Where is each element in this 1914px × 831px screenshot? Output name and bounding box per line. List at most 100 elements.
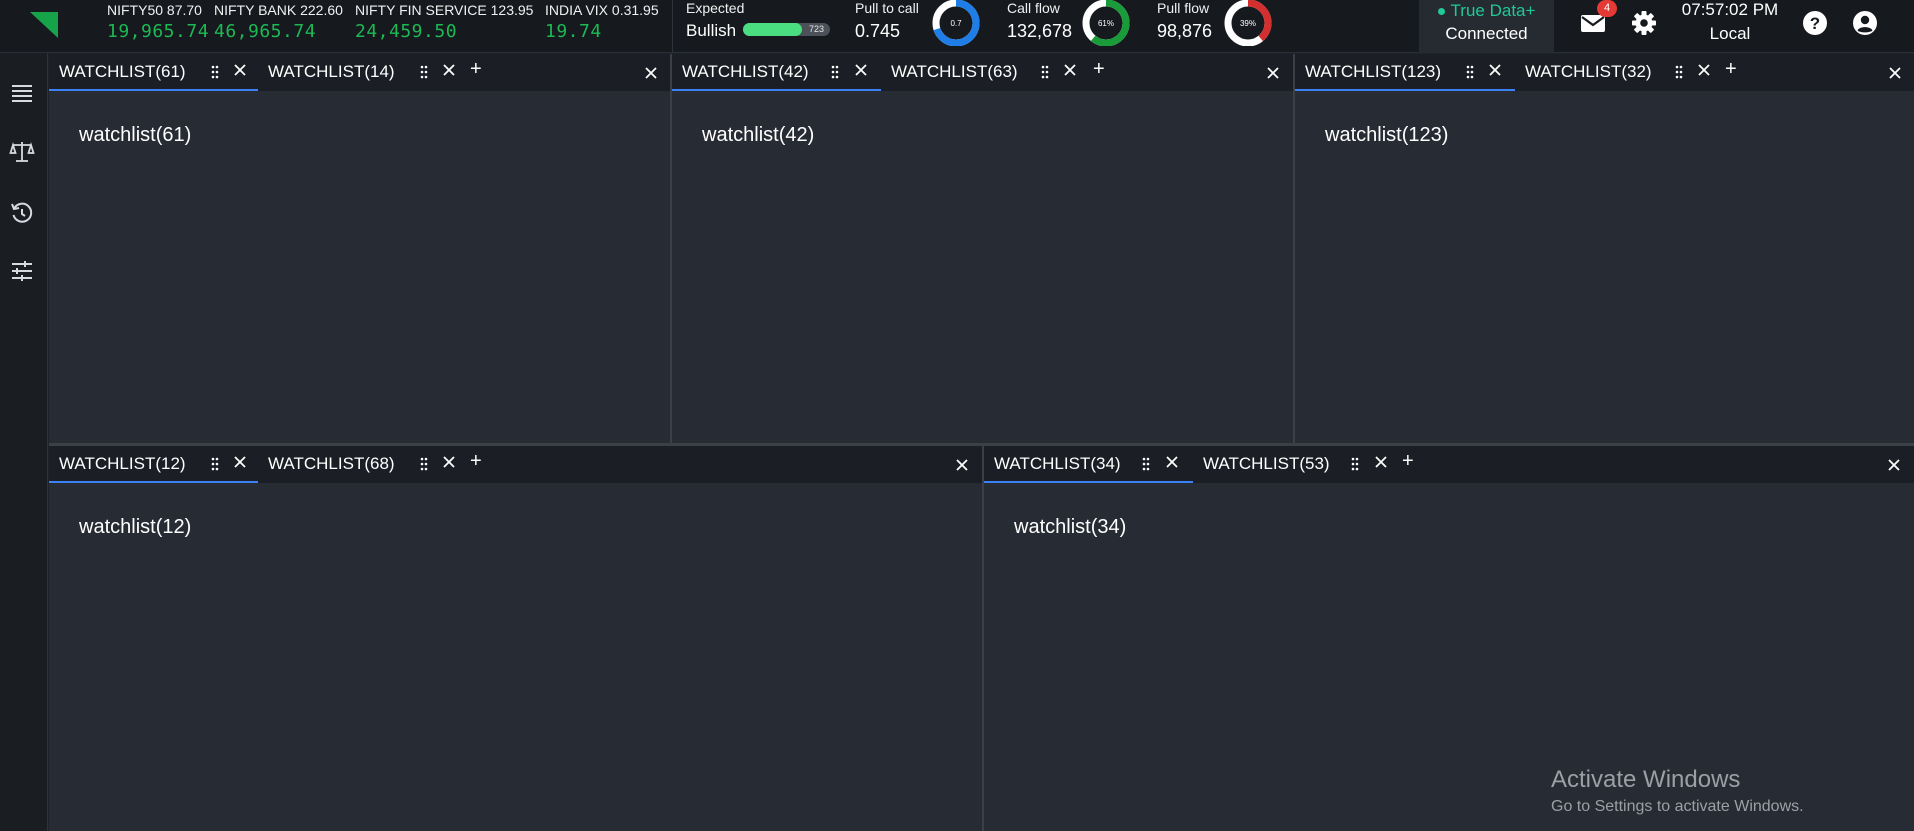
ticker-nifty-fin-service[interactable]: NIFTY FIN SERVICE 123.95 24,459.50 — [355, 2, 533, 42]
close-tab-icon[interactable] — [233, 63, 247, 77]
sidebar — [0, 53, 48, 831]
pull-flow-metric: Pull flow 98,876 — [1157, 0, 1212, 42]
close-panel-icon[interactable] — [1888, 66, 1902, 80]
ticker-value: 19,965.74 — [107, 21, 210, 42]
panel-tab-bar: WATCHLIST(123) WATCHLIST(32) + — [1295, 54, 1914, 91]
tab-watchlist[interactable]: WATCHLIST(61) — [49, 54, 258, 91]
tab-watchlist[interactable]: WATCHLIST(12) — [49, 446, 258, 483]
panel-tab-bar: WATCHLIST(12) WATCHLIST(68) + — [49, 446, 982, 483]
gear-icon[interactable] — [1629, 8, 1659, 38]
watchlist-panel: WATCHLIST(12) WATCHLIST(68) + watchlist(… — [49, 446, 982, 831]
watchlist-panel: WATCHLIST(61) WATCHLIST(14) + watchlist(… — [49, 54, 670, 443]
top-bar: NIFTY50 87.70 19,965.74 NIFTY BANK 222.6… — [0, 0, 1914, 53]
ticker-nifty-bank[interactable]: NIFTY BANK 222.60 46,965.74 — [214, 2, 343, 42]
tab-watchlist[interactable]: WATCHLIST(68) — [258, 446, 418, 483]
svg-text:?: ? — [1810, 14, 1820, 33]
tab-label: WATCHLIST(53) — [1203, 454, 1330, 473]
watermark-title: Activate Windows — [1551, 766, 1741, 793]
add-tab-button[interactable]: + — [470, 59, 482, 79]
close-tab-icon[interactable] — [1374, 455, 1388, 469]
panel-content: watchlist(42) — [702, 124, 815, 146]
drag-handle-icon[interactable] — [1350, 457, 1360, 471]
tab-watchlist[interactable]: WATCHLIST(14) — [258, 54, 418, 91]
sentiment-label: Expected — [686, 0, 745, 16]
balance-scale-icon[interactable] — [9, 139, 35, 165]
close-tab-icon[interactable] — [1697, 63, 1711, 77]
drag-handle-icon[interactable] — [1465, 65, 1475, 79]
close-tab-icon[interactable] — [442, 63, 456, 77]
tab-label: WATCHLIST(68) — [268, 454, 395, 473]
help-icon[interactable]: ? — [1800, 8, 1830, 38]
drag-handle-icon[interactable] — [419, 65, 429, 79]
tab-label: WATCHLIST(12) — [59, 454, 186, 473]
tab-watchlist[interactable]: WATCHLIST(42) — [672, 54, 881, 91]
panel-content: watchlist(61) — [79, 124, 192, 146]
connection-provider: True Data+ — [1450, 1, 1536, 20]
pull-to-call-metric: Pull to call 0.745 — [855, 0, 919, 42]
tab-watchlist[interactable]: WATCHLIST(32) — [1515, 54, 1674, 91]
watchlist-panel: WATCHLIST(42) WATCHLIST(63) + watchlist(… — [672, 54, 1293, 443]
panel-content: watchlist(12) — [79, 516, 192, 538]
refresh-icon[interactable] — [9, 200, 35, 226]
close-tab-icon[interactable] — [1488, 63, 1502, 77]
close-panel-icon[interactable] — [1887, 458, 1901, 472]
menu-icon[interactable] — [9, 80, 35, 106]
activate-windows-watermark: Activate Windows Go to Settings to activ… — [1551, 766, 1804, 816]
close-tab-icon[interactable] — [233, 455, 247, 469]
connection-status[interactable]: True Data+ Connected — [1419, 0, 1554, 53]
close-tab-icon[interactable] — [442, 455, 456, 469]
account-icon[interactable] — [1850, 8, 1880, 38]
logo-icon[interactable] — [30, 12, 58, 38]
close-panel-icon[interactable] — [955, 458, 969, 472]
tab-label: WATCHLIST(32) — [1525, 62, 1652, 81]
drag-handle-icon[interactable] — [419, 457, 429, 471]
close-panel-icon[interactable] — [1266, 66, 1280, 80]
sliders-icon[interactable] — [9, 258, 35, 284]
add-tab-button[interactable]: + — [1725, 59, 1737, 79]
tab-label: WATCHLIST(14) — [268, 62, 395, 81]
call-flow-value: 132,678 — [1007, 21, 1073, 41]
panel-tab-bar: WATCHLIST(42) WATCHLIST(63) + — [672, 54, 1293, 91]
clock-time: 07:57:02 PM — [1681, 0, 1779, 19]
ticker-nifty50[interactable]: NIFTY50 87.70 19,965.74 — [107, 2, 209, 42]
drag-handle-icon[interactable] — [1674, 65, 1684, 79]
add-tab-button[interactable]: + — [1093, 59, 1105, 79]
close-panel-icon[interactable] — [644, 66, 658, 80]
tab-watchlist[interactable]: WATCHLIST(53) — [1193, 446, 1353, 483]
pull-flow-donut: 39% — [1223, 0, 1273, 47]
watermark-subtitle: Go to Settings to activate Windows. — [1551, 798, 1804, 815]
drag-handle-icon[interactable] — [1141, 457, 1151, 471]
tab-watchlist[interactable]: WATCHLIST(63) — [881, 54, 1041, 91]
close-tab-icon[interactable] — [1165, 455, 1179, 469]
tab-watchlist[interactable]: WATCHLIST(123) — [1295, 54, 1515, 91]
ticker-name: INDIA VIX 0.31.95 — [545, 2, 659, 18]
close-tab-icon[interactable] — [1063, 63, 1077, 77]
ticker-value: 24,459.50 — [355, 21, 458, 42]
tab-watchlist[interactable]: WATCHLIST(34) — [984, 446, 1193, 483]
sentiment-bar-fill — [743, 23, 803, 36]
drag-handle-icon[interactable] — [830, 65, 840, 79]
drag-handle-icon[interactable] — [210, 457, 220, 471]
panel-tab-bar: WATCHLIST(34) WATCHLIST(53) + — [984, 446, 1914, 483]
add-tab-button[interactable]: + — [470, 451, 482, 471]
sentiment-bar-value: 723 — [808, 24, 824, 34]
ticker-value: 46,965.74 — [214, 21, 317, 42]
pull-flow-label: Pull flow — [1157, 0, 1210, 16]
panel-content: watchlist(34) — [1014, 516, 1127, 538]
pull-to-call-label: Pull to call — [855, 0, 919, 16]
drag-handle-icon[interactable] — [1040, 65, 1050, 79]
panel-tab-bar: WATCHLIST(61) WATCHLIST(14) + — [49, 54, 670, 91]
sentiment-bar: 723 — [743, 23, 830, 36]
ticker-name: NIFTY FIN SERVICE 123.95 — [355, 2, 534, 18]
call-flow-label: Call flow — [1007, 0, 1060, 16]
ticker-india-vix[interactable]: INDIA VIX 0.31.95 19.74 — [545, 2, 659, 42]
tab-label: WATCHLIST(61) — [59, 62, 186, 81]
add-tab-button[interactable]: + — [1402, 451, 1414, 471]
connection-state: Connected — [1445, 24, 1528, 43]
sentiment-metric: Expected Bullish — [686, 0, 744, 41]
sentiment-value: Bullish — [686, 21, 737, 40]
close-tab-icon[interactable] — [854, 63, 868, 77]
call-flow-metric: Call flow 132,678 — [1007, 0, 1072, 42]
drag-handle-icon[interactable] — [210, 65, 220, 79]
clock-zone: Local — [1709, 24, 1751, 43]
